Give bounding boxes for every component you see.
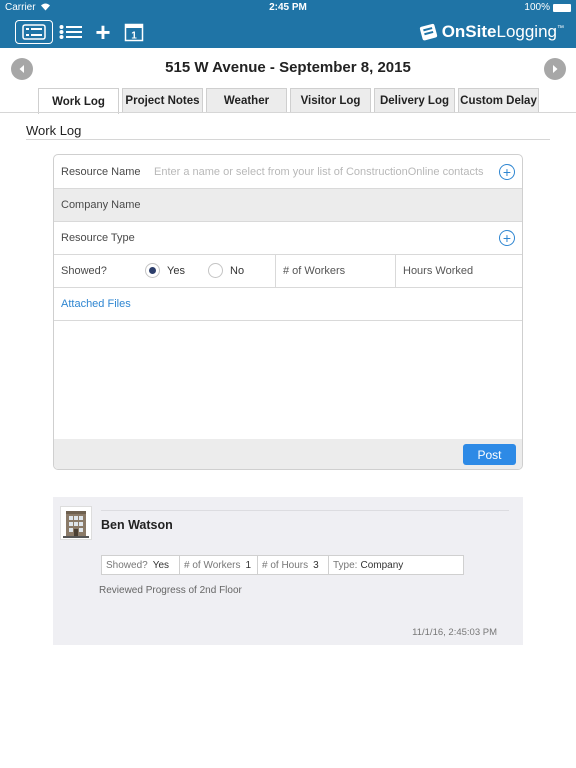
date-navigation: 515 W Avenue - September 8, 2015 <box>0 48 576 88</box>
resource-type-row[interactable]: Resource Type + <box>54 222 522 255</box>
notes-textarea[interactable] <box>54 321 522 439</box>
resource-name-input[interactable]: Enter a name or select from your list of… <box>154 166 484 178</box>
entry-details: Showed? Yes # of Workers 1 # of Hours 3 … <box>101 555 464 575</box>
status-bar: Carrier 2:45 PM 100% <box>0 0 576 16</box>
add-resource-plus-icon[interactable]: + <box>499 164 515 180</box>
logo-text-bold: OnSite <box>441 22 497 41</box>
tabs-divider <box>0 112 576 113</box>
status-time: 2:45 PM <box>269 2 307 13</box>
entry-showed-chip: Showed? Yes <box>102 556 180 574</box>
section-title: Work Log <box>26 123 82 138</box>
entry-hours-value: 3 <box>313 559 319 571</box>
calendar-button[interactable]: 1 <box>123 20 145 44</box>
resource-type-label: Resource Type <box>61 232 135 244</box>
showed-row: Showed? Yes No # of Workers Hours Worked <box>54 255 522 288</box>
entry-type-value: Company <box>360 559 404 571</box>
entry-showed-label: Showed? <box>106 559 148 571</box>
chevron-right-icon <box>553 65 558 73</box>
company-name-label: Company Name <box>61 199 141 211</box>
divider <box>275 255 276 287</box>
hours-worked-input[interactable]: Hours Worked <box>403 265 473 277</box>
page-title: 515 W Avenue - September 8, 2015 <box>165 59 411 76</box>
company-name-row[interactable]: Company Name <box>54 189 522 222</box>
showed-no-label: No <box>230 265 245 277</box>
post-bar: Post <box>54 439 522 469</box>
next-day-button[interactable] <box>544 58 566 80</box>
entry-hours-label: # of Hours <box>262 559 309 571</box>
entry-description: Reviewed Progress of 2nd Floor <box>99 585 242 596</box>
logo-mark-icon <box>419 23 437 41</box>
attached-files-link[interactable]: Attached Files <box>61 298 131 310</box>
form-list-icon <box>22 24 46 40</box>
workers-input[interactable]: # of Workers <box>283 265 345 277</box>
onsite-logging-logo: OnSite Logging ™ <box>419 20 564 44</box>
add-button[interactable]: + <box>92 17 114 47</box>
add-resource-type-plus-icon[interactable]: + <box>499 230 515 246</box>
list-icon <box>59 25 82 39</box>
list-view-button[interactable] <box>59 20 83 44</box>
showed-label: Showed? <box>61 265 107 277</box>
logo-text-light: Logging <box>496 22 557 41</box>
tab-custom-delay[interactable]: Custom Delay <box>458 88 539 113</box>
entry-workers-chip: # of Workers 1 <box>180 556 258 574</box>
tab-weather[interactable]: Weather <box>206 88 287 113</box>
showed-no-radio[interactable] <box>208 263 223 278</box>
resource-name-row: Resource Name Enter a name or select fro… <box>54 155 522 189</box>
attached-files-row: Attached Files <box>54 288 522 321</box>
svg-text:1: 1 <box>131 31 137 42</box>
battery-percent: 100% <box>524 2 550 13</box>
entry-workers-value: 1 <box>245 559 252 571</box>
divider <box>395 255 396 287</box>
tab-visitor-log[interactable]: Visitor Log <box>290 88 371 113</box>
work-log-form: Resource Name Enter a name or select fro… <box>53 154 523 470</box>
company-building-icon <box>60 506 92 540</box>
section-divider <box>26 139 550 140</box>
log-tabs: Work Log Project Notes Weather Visitor L… <box>0 88 576 114</box>
battery-icon <box>553 4 571 12</box>
post-button[interactable]: Post <box>463 444 516 465</box>
calendar-icon: 1 <box>124 23 144 42</box>
entry-type-chip: Type: Company <box>329 556 463 574</box>
app-toolbar: + 1 OnSite Logging ™ <box>0 16 576 48</box>
logo-trademark: ™ <box>557 24 564 32</box>
tab-project-notes[interactable]: Project Notes <box>122 88 203 113</box>
entry-workers-label: # of Workers <box>184 559 241 571</box>
entry-timestamp: 11/1/16, 2:45:03 PM <box>412 627 497 638</box>
tab-delivery-log[interactable]: Delivery Log <box>374 88 455 113</box>
plus-icon: + <box>95 17 111 47</box>
entry-type-label: Type: <box>333 559 358 571</box>
showed-yes-radio[interactable] <box>145 263 160 278</box>
resource-name-label: Resource Name <box>61 166 141 178</box>
showed-yes-label: Yes <box>167 265 185 277</box>
tab-work-log[interactable]: Work Log <box>38 88 119 114</box>
entry-showed-value: Yes <box>152 559 170 571</box>
daily-log-view-button[interactable] <box>15 20 53 44</box>
entry-name: Ben Watson <box>101 518 173 532</box>
entry-divider <box>101 510 509 511</box>
entry-hours-chip: # of Hours 3 <box>258 556 329 574</box>
work-log-entry[interactable]: Ben Watson Showed? Yes # of Workers 1 # … <box>53 497 523 645</box>
